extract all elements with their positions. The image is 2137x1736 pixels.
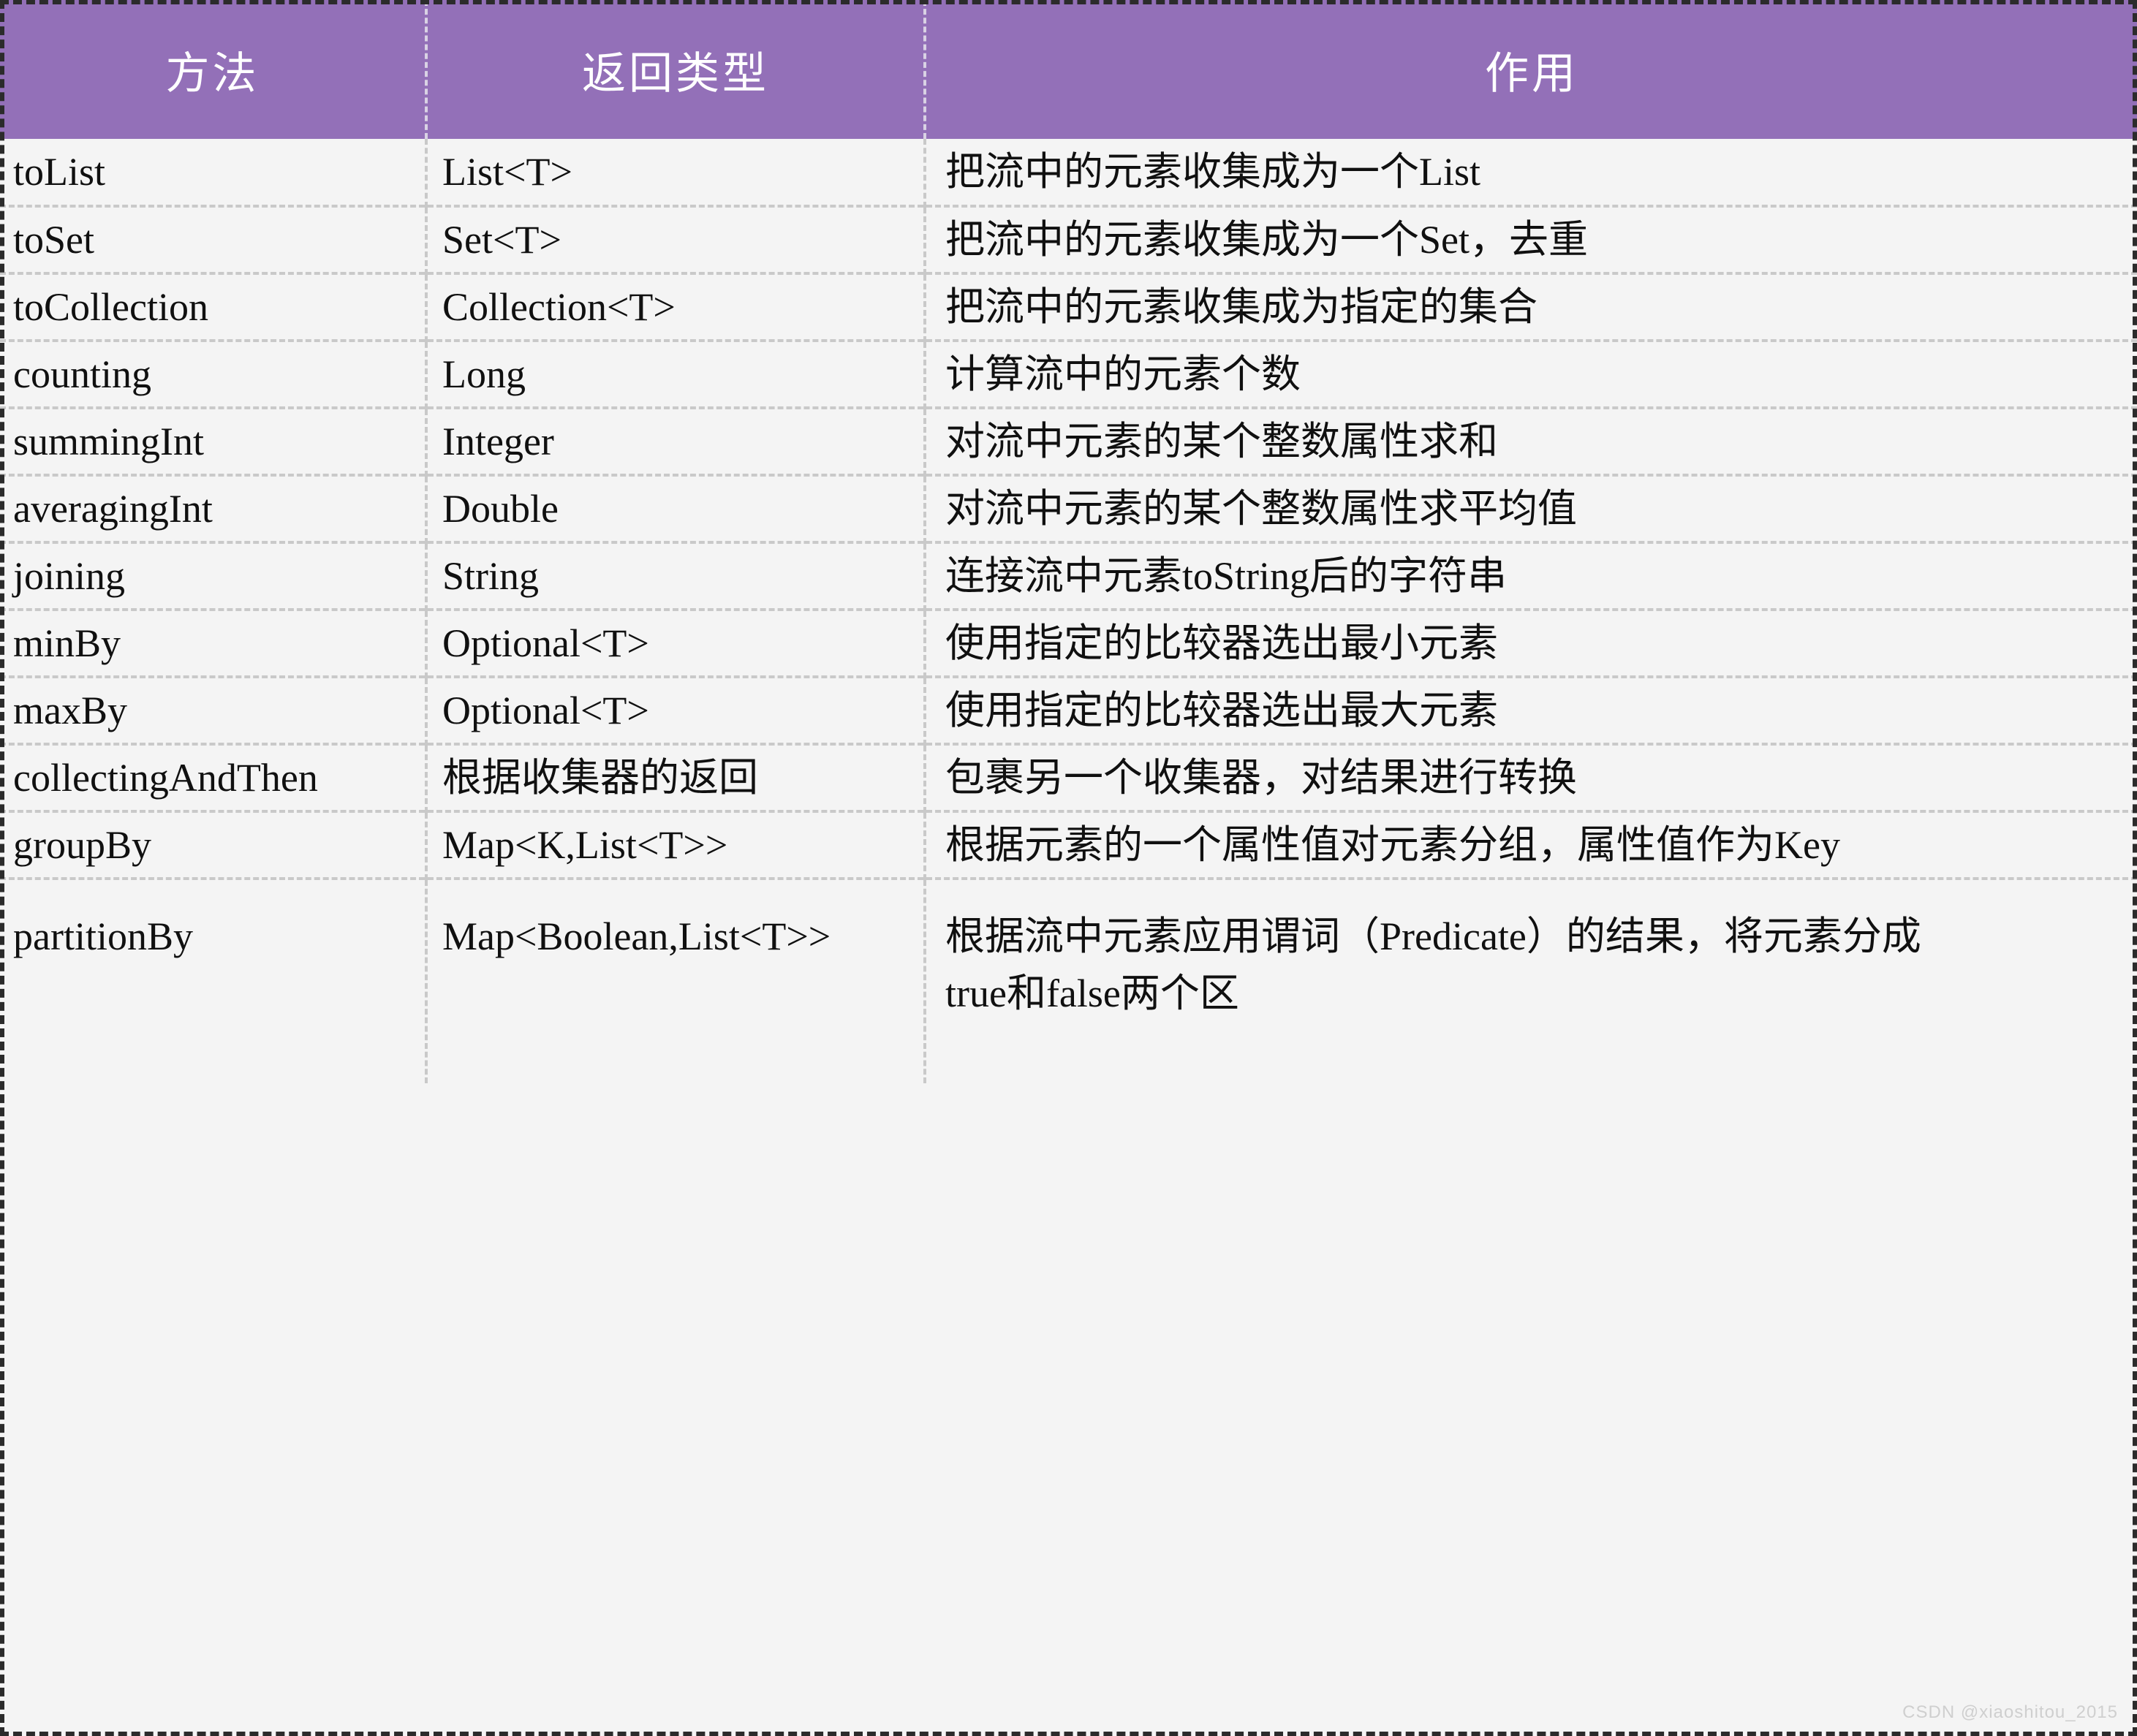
cell-method: groupBy (0, 810, 428, 879)
table-row: toList List<T> 把流中的元素收集成为一个List (0, 139, 2137, 206)
cell-method: collectingAndThen (0, 743, 428, 811)
table-row: partitionBy Map<Boolean,List<T>> 根据流中元素应… (0, 877, 2137, 1083)
table-row: summingInt Integer 对流中元素的某个整数属性求和 (0, 406, 2137, 475)
cell-description: 对流中元素的某个整数属性求平均值 (925, 474, 2137, 542)
cell-return-type: String (426, 541, 926, 610)
cell-return-type: Optional<T> (426, 675, 926, 744)
cell-method: toList (0, 139, 428, 206)
cell-description: 包裹另一个收集器，对结果进行转换 (925, 743, 2137, 811)
table-row: toCollection Collection<T> 把流中的元素收集成为指定的… (0, 272, 2137, 341)
cell-method: joining (0, 541, 428, 610)
cell-method: counting (0, 339, 428, 408)
cell-return-type: Long (426, 339, 926, 408)
cell-description: 计算流中的元素个数 (925, 339, 2137, 408)
csdn-watermark: CSDN @xiaoshitou_2015 (1902, 1702, 2118, 1722)
table-row: counting Long 计算流中的元素个数 (0, 339, 2137, 408)
table-row: maxBy Optional<T> 使用指定的比较器选出最大元素 (0, 675, 2137, 744)
cell-description: 把流中的元素收集成为一个List (945, 149, 1481, 194)
table-row: groupBy Map<K,List<T>> 根据元素的一个属性值对元素分组，属… (0, 810, 2137, 879)
cell-method: toCollection (0, 272, 428, 341)
cell-description: 对流中元素的某个整数属性求和 (925, 406, 2137, 475)
table-row: toSet Set<T> 把流中的元素收集成为一个Set，去重 (0, 205, 2137, 273)
table-header: 方法 返回类型 作用 (0, 0, 2137, 139)
table-row: averagingInt Double 对流中元素的某个整数属性求平均值 (0, 474, 2137, 542)
cell-description: 根据流中元素应用谓词（Predicate）的结果，将元素分成 true和fals… (925, 877, 2137, 1083)
cell-return-type: Set<T> (426, 205, 926, 273)
table-body: toList List<T> 把流中的元素收集成为一个List toSet Se… (0, 139, 2137, 1083)
cell-description: 把流中的元素收集成为一个Set，去重 (925, 205, 2137, 273)
cell-description: 使用指定的比较器选出最小元素 (925, 608, 2137, 677)
collectors-table: 方法 返回类型 作用 toList List<T> 把流中的元素收集成为一个Li… (0, 0, 2137, 1083)
cell-description: 把流中的元素收集成为指定的集合 (925, 272, 2137, 341)
cell-return-type: Map<K,List<T>> (426, 810, 926, 879)
cell-description: 根据元素的一个属性值对元素分组，属性值作为Key (925, 810, 2137, 879)
column-header-return-type: 返回类型 (426, 0, 926, 139)
cell-return-type: Double (426, 474, 926, 542)
cell-method: maxBy (0, 675, 428, 744)
cell-return-type: List<T> (426, 139, 926, 206)
table-header-row: 方法 返回类型 作用 (0, 0, 2137, 139)
table-page: 方法 返回类型 作用 toList List<T> 把流中的元素收集成为一个Li… (0, 0, 2137, 1736)
table-row: joining String 连接流中元素toString后的字符串 (0, 541, 2137, 610)
cell-method: partitionBy (0, 877, 428, 1083)
cell-return-type: Map<Boolean,List<T>> (426, 877, 926, 1083)
cell-return-type: 根据收集器的返回 (426, 743, 926, 811)
cell-return-type: Integer (426, 406, 926, 475)
cell-method: toSet (0, 205, 428, 273)
cell-method: minBy (0, 608, 428, 677)
cell-method: averagingInt (0, 474, 428, 542)
table-row: minBy Optional<T> 使用指定的比较器选出最小元素 (0, 608, 2137, 677)
cell-return-type: Collection<T> (426, 272, 926, 341)
cell-method: summingInt (0, 406, 428, 475)
cell-return-type: Optional<T> (426, 608, 926, 677)
cell-description: 使用指定的比较器选出最大元素 (925, 675, 2137, 744)
table-row: collectingAndThen 根据收集器的返回 包裹另一个收集器，对结果进… (0, 743, 2137, 811)
cell-description: 连接流中元素toString后的字符串 (925, 541, 2137, 610)
column-header-description: 作用 (1485, 49, 1578, 98)
column-header-method: 方法 (0, 0, 428, 139)
